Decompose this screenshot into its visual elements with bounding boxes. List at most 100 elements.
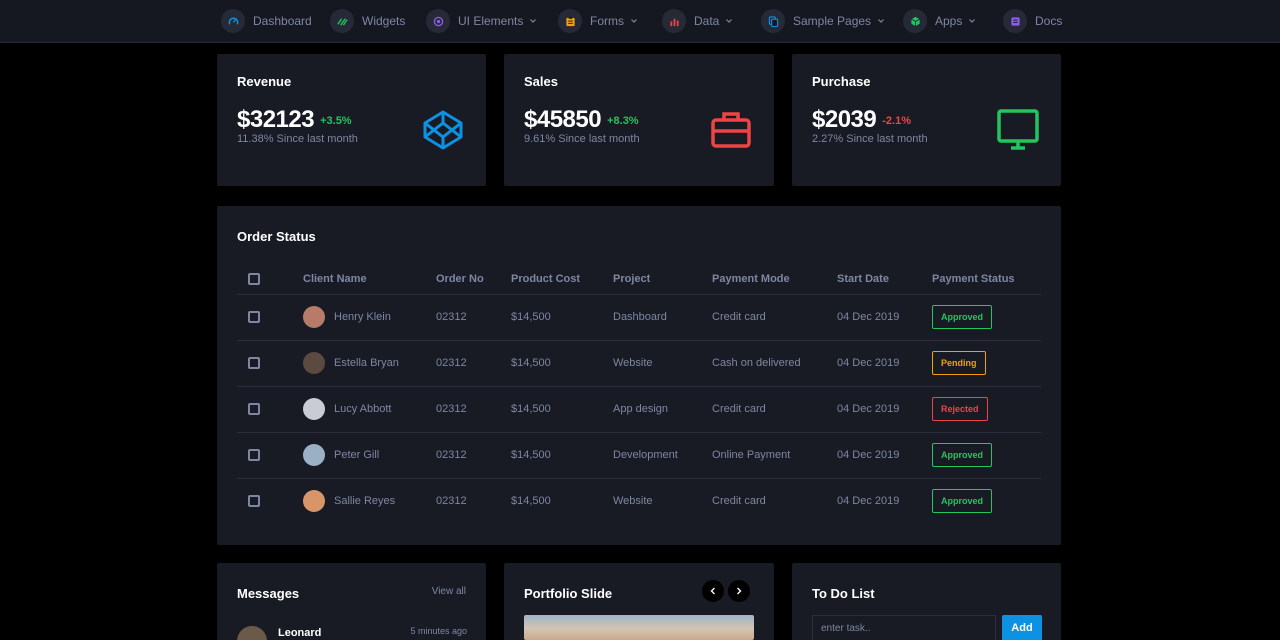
nav-item-data[interactable]: Data [662, 8, 733, 34]
project: Website [613, 495, 653, 508]
start-date: 04 Dec 2019 [837, 432, 932, 479]
row-checkbox[interactable] [248, 357, 260, 370]
column-header[interactable]: Project [613, 264, 712, 295]
nav-item-sample-pages[interactable]: Sample Pages [761, 8, 885, 34]
order-table: Client Name Order No Product Cost Projec… [237, 264, 1041, 524]
chevron-down-icon [725, 17, 733, 25]
todo-title: To Do List [812, 586, 875, 601]
stat-value: $32123 [237, 106, 315, 133]
stat-change: -2.1% [882, 114, 911, 127]
nav-item-ui-elements[interactable]: UI Elements [426, 8, 537, 34]
portfolio-image[interactable] [524, 615, 754, 640]
message-sender: Leonard [278, 627, 322, 639]
ui-elements-icon [426, 9, 450, 33]
column-header[interactable]: Payment Status [932, 264, 1041, 295]
client-cell: Peter Gill [303, 444, 436, 466]
messages-card: Messages View all Leonard 5 minutes ago [217, 563, 486, 640]
nav-item-dashboard[interactable]: Dashboard [221, 8, 312, 34]
add-task-button[interactable]: Add [1002, 615, 1042, 640]
project: Dashboard [613, 294, 712, 341]
order-no: 02312 [436, 386, 511, 433]
row-checkbox[interactable] [248, 311, 260, 324]
client-name: Peter Gill [334, 449, 380, 461]
row-checkbox[interactable] [248, 403, 260, 416]
nav-item-apps[interactable]: Apps [903, 8, 976, 34]
product-cost: $14,500 [511, 386, 613, 433]
view-all-link[interactable]: View all [432, 586, 466, 597]
table-row[interactable]: Sallie Reyes 02312 $14,500 Website Credi… [237, 478, 1041, 524]
table-row[interactable]: Peter Gill 02312 $14,500 Development Onl… [237, 432, 1041, 479]
codepen-icon [422, 109, 464, 151]
column-header[interactable]: Payment Mode [712, 264, 837, 295]
nav-item-label: Widgets [362, 14, 406, 28]
nav-item-widgets[interactable]: Widgets [330, 8, 405, 34]
status-badge: Approved [932, 443, 993, 467]
product-cost: $14,500 [511, 432, 613, 479]
product-cost: $14,500 [511, 340, 613, 387]
nav-item-docs[interactable]: Docs [1003, 8, 1062, 34]
status-badge: Approved [932, 489, 993, 514]
client-cell: Lucy Abbott [303, 398, 436, 420]
client-name: Henry Klein [334, 311, 391, 323]
row-checkbox[interactable] [248, 449, 260, 462]
order-no: 02312 [436, 495, 467, 508]
stat-change: +8.3% [607, 114, 639, 127]
product-cost: $14,500 [511, 294, 613, 341]
message-item[interactable]: Leonard 5 minutes ago [237, 626, 467, 640]
next-slide-button[interactable] [728, 580, 750, 602]
stat-subtitle: 9.61% Since last month [524, 133, 640, 145]
todo-input[interactable] [812, 615, 996, 640]
widgets-icon [330, 9, 354, 33]
nav-item-forms[interactable]: Forms [558, 8, 638, 34]
project: Website [613, 340, 712, 387]
gauge-icon [221, 9, 245, 33]
table-row[interactable]: Estella Bryan 02312 $14,500 Website Cash… [237, 340, 1041, 387]
column-header[interactable]: Client Name [303, 264, 436, 295]
chevron-right-icon [737, 587, 742, 595]
stat-title: Sales [524, 74, 558, 89]
docs-icon [1003, 9, 1027, 33]
payment-mode: Credit card [712, 386, 837, 433]
status-badge: Rejected [932, 397, 988, 421]
start-date: 04 Dec 2019 [837, 294, 932, 341]
chevron-down-icon [877, 17, 885, 25]
client-cell: Sallie Reyes [303, 490, 436, 513]
payment-mode: Online Payment [712, 432, 837, 479]
chevron-left-icon [710, 587, 715, 595]
table-row[interactable]: Henry Klein 02312 $14,500 Dashboard Cred… [237, 294, 1041, 341]
row-checkbox[interactable] [248, 495, 260, 508]
column-header[interactable]: Order No [436, 264, 511, 295]
prev-slide-button[interactable] [702, 580, 724, 602]
nav-item-label: Apps [935, 14, 963, 28]
column-header[interactable]: Start Date [837, 264, 932, 295]
stat-value-row: $2039 -2.1% [812, 106, 911, 134]
select-all-checkbox[interactable] [248, 272, 260, 285]
nav-item-label: UI Elements [458, 14, 524, 28]
stat-value: $2039 [812, 106, 877, 133]
column-header[interactable]: Product Cost [511, 264, 613, 295]
nav-item-label: Docs [1035, 14, 1063, 28]
revenue-card: Revenue $32123 +3.5% 11.38% Since last mo… [217, 54, 486, 186]
avatar [303, 398, 325, 420]
order-no: 02312 [436, 340, 511, 387]
stat-title: Purchase [812, 74, 871, 89]
stat-value-row: $32123 +3.5% [237, 106, 352, 134]
product-cost: $14,500 [511, 495, 551, 508]
payment-mode: Credit card [712, 294, 837, 341]
chevron-down-icon [630, 17, 638, 25]
order-no: 02312 [436, 432, 511, 479]
stat-value: $45850 [524, 106, 602, 133]
stat-subtitle: 2.27% Since last month [812, 133, 928, 145]
nav-item-label: Data [694, 14, 720, 28]
start-date: 04 Dec 2019 [837, 386, 932, 433]
client-cell: Henry Klein [303, 306, 436, 328]
table-row[interactable]: Lucy Abbott 02312 $14,500 App design Cre… [237, 386, 1041, 433]
table-header-row: Client Name Order No Product Cost Projec… [237, 264, 1041, 295]
stat-value-row: $45850 +8.3% [524, 106, 639, 134]
monitor-icon [997, 109, 1039, 151]
sales-card: Sales $45850 +8.3% 9.61% Since last month [504, 54, 774, 186]
status-badge: Approved [932, 305, 993, 329]
nav-item-label: Dashboard [253, 14, 312, 28]
briefcase-icon [710, 109, 752, 151]
client-name: Sallie Reyes [334, 495, 396, 508]
